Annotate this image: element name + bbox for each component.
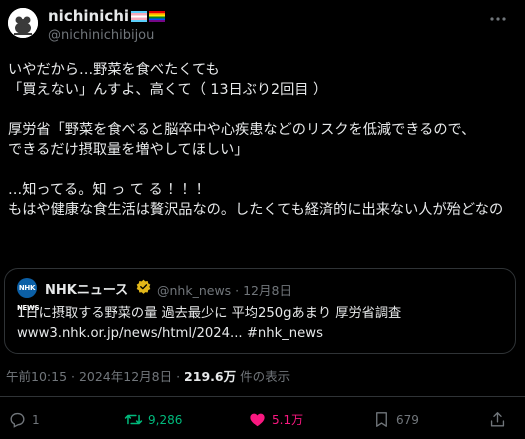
quoted-line: 1日に摂取する野菜の量 過去最少に 平均250gあまり 厚労省調査 [17, 306, 402, 321]
display-name[interactable]: nichinichi [48, 7, 166, 25]
quoted-author-name: NHKニュース [45, 283, 129, 298]
like-count: 5.1万 [272, 413, 304, 427]
verified-badge-icon [136, 279, 151, 294]
retweet-count: 9,286 [148, 412, 183, 427]
divider [0, 396, 525, 397]
avatar[interactable] [8, 8, 38, 38]
bookmark-button[interactable]: 679 [372, 410, 419, 429]
quoted-text: 1日に摂取する野菜の量 過去最少に 平均250gあまり 厚労省調査 www3.n… [17, 304, 507, 344]
tweet-line: できるだけ摂取量を増やしてほしい」 [8, 142, 249, 158]
tweet: nichinichi @nichinichibijou いやだから…野菜を食べた… [0, 0, 525, 439]
rainbow-flag-icon [149, 10, 166, 22]
quoted-handle-date: @nhk_news · 12月8日 [157, 283, 292, 298]
heart-icon [250, 413, 265, 427]
reply-icon [10, 412, 25, 428]
more-options-icon[interactable] [487, 8, 509, 30]
bookmark-icon [376, 412, 387, 427]
share-icon [490, 412, 505, 427]
tweet-line: 厚労省「野菜を食べると脳卒中や心疾患などのリスクを低減できるので、 [8, 122, 476, 138]
timestamp-views: 午前10:15 · 2024年12月8日 · 219.6万 件の表示 [6, 366, 290, 385]
quoted-line: www3.nhk.or.jp/news/html/2024... #nhk_ne… [17, 326, 323, 341]
display-name-text: nichinichi [48, 7, 130, 25]
user-handle[interactable]: @nichinichibijou [48, 28, 154, 43]
tweet-text: いやだから…野菜を食べたくても 「買えない」んすよ、高くて（ 13日ぶり2回目 … [8, 60, 520, 220]
like-button[interactable]: 5.1万 [248, 410, 303, 429]
reply-button[interactable]: 1 [8, 410, 40, 429]
share-button[interactable] [488, 410, 507, 429]
reply-count: 1 [32, 412, 40, 427]
timestamp[interactable]: 午前10:15 · 2024年12月8日 · [6, 369, 184, 384]
bookmark-count: 679 [396, 412, 419, 427]
view-label: 件の表示 [236, 369, 291, 384]
tweet-line: もはや健康な食生活は贅沢品なの。したくても経済的に出来ない人が殆どなの [8, 202, 504, 218]
tweet-line: いやだから…野菜を食べたくても [8, 62, 220, 78]
quoted-tweet-card[interactable]: NHK NEWS NHKニュース @nhk_news · 12月8日 1日に摂取… [4, 268, 516, 354]
transgender-flag-icon [131, 10, 148, 22]
tweet-line: 「買えない」んすよ、高くて（ 13日ぶり2回目 ） [8, 82, 328, 98]
action-bar: 1 9,286 5.1万 679 [0, 410, 525, 434]
nhk-news-logo: NHK NEWS [17, 278, 40, 312]
retweet-icon [124, 414, 143, 425]
avatar-mascot-icon [8, 8, 38, 38]
tweet-line: …知ってる。知 っ て る ！！！ [8, 182, 210, 198]
view-count: 219.6万 [184, 369, 237, 384]
retweet-button[interactable]: 9,286 [124, 410, 182, 429]
